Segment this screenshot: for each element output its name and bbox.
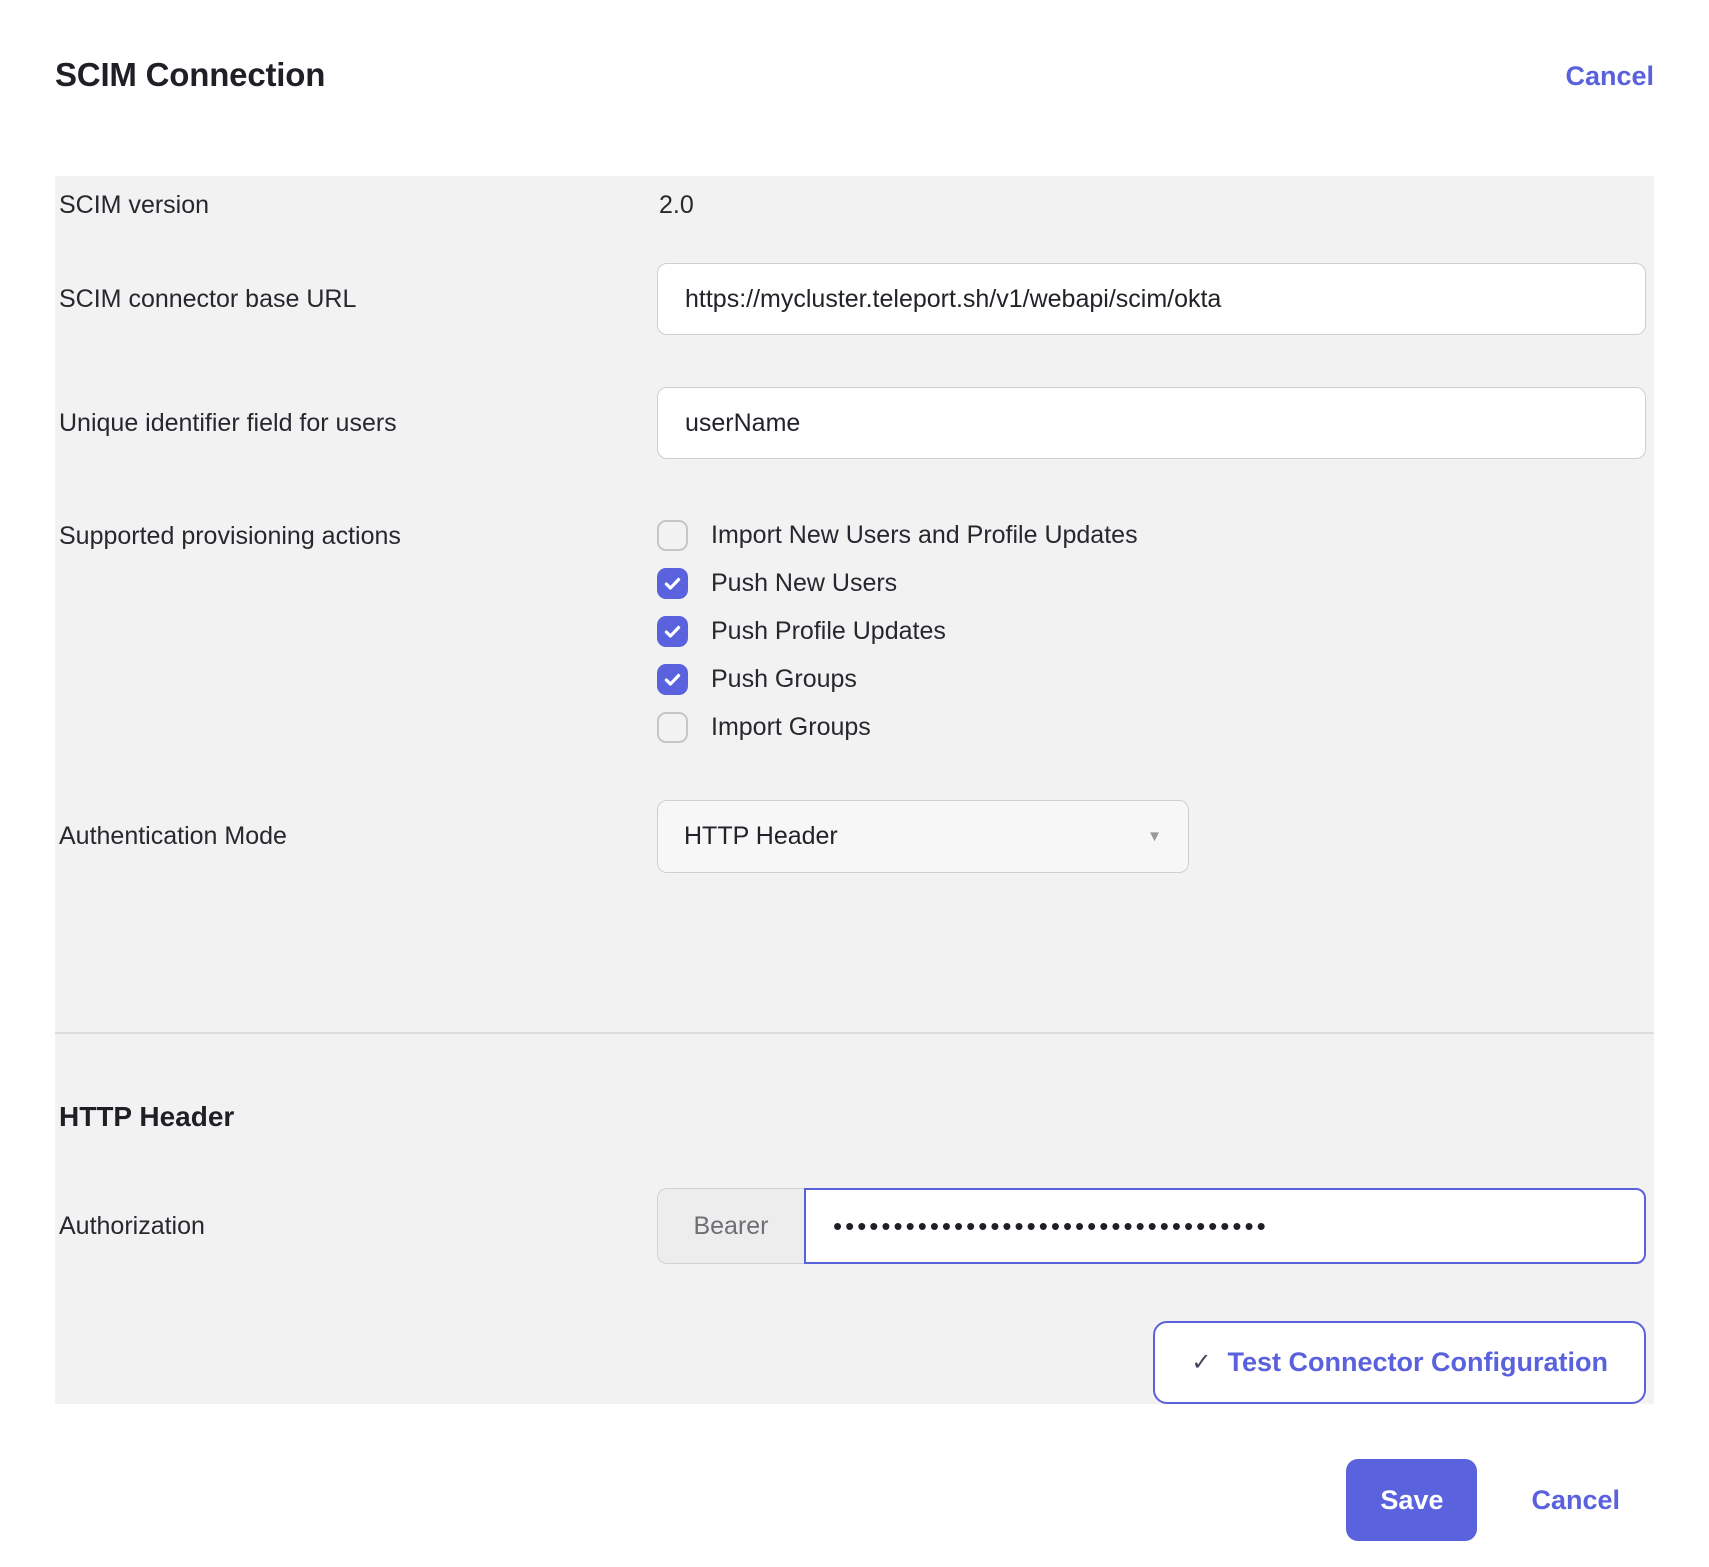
provisioning-option-label: Import New Users and Profile Updates: [711, 521, 1138, 550]
provisioning-option: Push Groups: [657, 664, 1646, 695]
provisioning-option: Import Groups: [657, 712, 1646, 743]
scim-connection-page: SCIM Connection Cancel SCIM version 2.0 …: [0, 0, 1709, 1541]
http-header-section-title: HTTP Header: [59, 1101, 1646, 1135]
provisioning-option-label: Push Profile Updates: [711, 617, 946, 646]
authorization-label: Authorization: [59, 1212, 657, 1241]
provisioning-option-label: Push Groups: [711, 665, 857, 694]
scim-version-label: SCIM version: [59, 191, 657, 220]
checkbox-checked-icon[interactable]: [657, 616, 688, 647]
base-url-label: SCIM connector base URL: [59, 285, 657, 314]
provisioning-actions-label: Supported provisioning actions: [59, 520, 657, 551]
provisioning-option: Import New Users and Profile Updates: [657, 520, 1646, 551]
page-title: SCIM Connection: [55, 56, 325, 94]
provisioning-actions-row: Supported provisioning actions Import Ne…: [59, 520, 1646, 743]
authorization-token-input[interactable]: [804, 1188, 1646, 1264]
unique-identifier-label: Unique identifier field for users: [59, 409, 657, 438]
scim-version-row: SCIM version 2.0: [59, 190, 1646, 221]
cancel-link-bottom[interactable]: Cancel: [1531, 1485, 1620, 1516]
provisioning-option: Push New Users: [657, 568, 1646, 599]
authentication-mode-select[interactable]: HTTP Header ▼: [657, 800, 1189, 873]
checkbox-checked-icon[interactable]: [657, 664, 688, 695]
authentication-mode-row: Authentication Mode HTTP Header ▼: [59, 800, 1646, 873]
unique-identifier-row: Unique identifier field for users: [59, 387, 1646, 459]
page-header: SCIM Connection Cancel: [55, 0, 1654, 94]
provisioning-option-label: Import Groups: [711, 713, 871, 742]
provisioning-options: Import New Users and Profile Updates Push…: [657, 520, 1646, 743]
authentication-mode-label: Authentication Mode: [59, 822, 657, 851]
scim-version-value: 2.0: [657, 191, 694, 220]
checkbox-checked-icon[interactable]: [657, 568, 688, 599]
cancel-link-top[interactable]: Cancel: [1565, 61, 1654, 92]
checkbox-unchecked-icon[interactable]: [657, 712, 688, 743]
authorization-row: Authorization Bearer: [59, 1188, 1646, 1264]
bearer-prefix: Bearer: [657, 1188, 805, 1264]
provisioning-option: Push Profile Updates: [657, 616, 1646, 647]
chevron-down-icon: ▼: [1147, 828, 1162, 845]
provisioning-option-label: Push New Users: [711, 569, 897, 598]
test-connector-button[interactable]: ✓ Test Connector Configuration: [1153, 1321, 1646, 1404]
base-url-row: SCIM connector base URL: [59, 263, 1646, 335]
save-button[interactable]: Save: [1346, 1459, 1477, 1541]
unique-identifier-input[interactable]: [657, 387, 1646, 459]
form-panel: SCIM version 2.0 SCIM connector base URL…: [55, 176, 1654, 1404]
base-url-input[interactable]: [657, 263, 1646, 335]
section-divider: [55, 1032, 1654, 1034]
checkbox-unchecked-icon[interactable]: [657, 520, 688, 551]
test-connector-label: Test Connector Configuration: [1228, 1347, 1608, 1378]
test-connector-row: ✓ Test Connector Configuration: [59, 1321, 1646, 1404]
authentication-mode-value: HTTP Header: [684, 822, 838, 851]
check-icon: ✓: [1191, 1351, 1211, 1375]
footer-actions: Save Cancel: [55, 1459, 1654, 1541]
